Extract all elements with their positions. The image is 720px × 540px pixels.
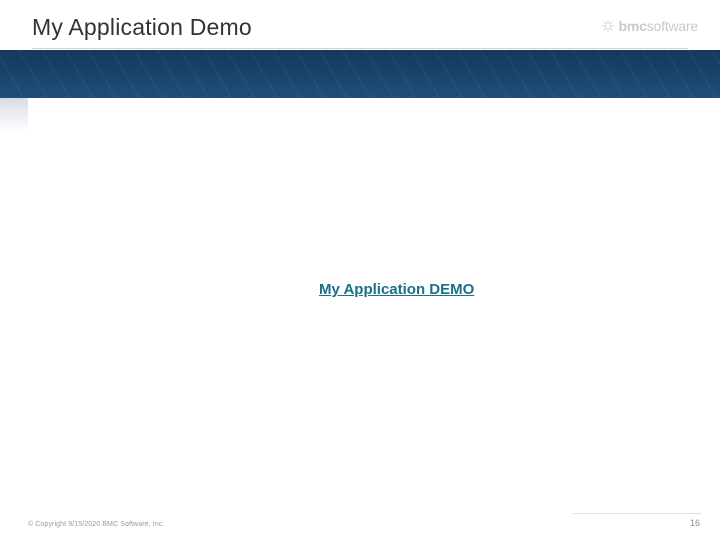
left-gutter-accent [0,98,28,133]
brand-logo: bmcsoftware [601,18,699,34]
brand-logo-light: software [647,18,698,34]
footer: © Copyright 9/15/2020 BMC Software, Inc.… [0,506,720,528]
slide: My Application Demo bmcsoftware My Appli… [0,0,720,540]
copyright-text: © Copyright 9/15/2020 BMC Software, Inc. [28,521,164,528]
brand-logo-bold: bmc [619,18,647,34]
footer-divider [572,513,702,514]
burst-icon [601,19,615,33]
page-number: 16 [690,518,700,528]
slide-title: My Application Demo [32,14,252,41]
header-band [0,50,720,98]
title-divider [32,48,688,49]
demo-link[interactable]: My Application DEMO [319,281,474,298]
brand-logo-text: bmcsoftware [619,18,699,34]
